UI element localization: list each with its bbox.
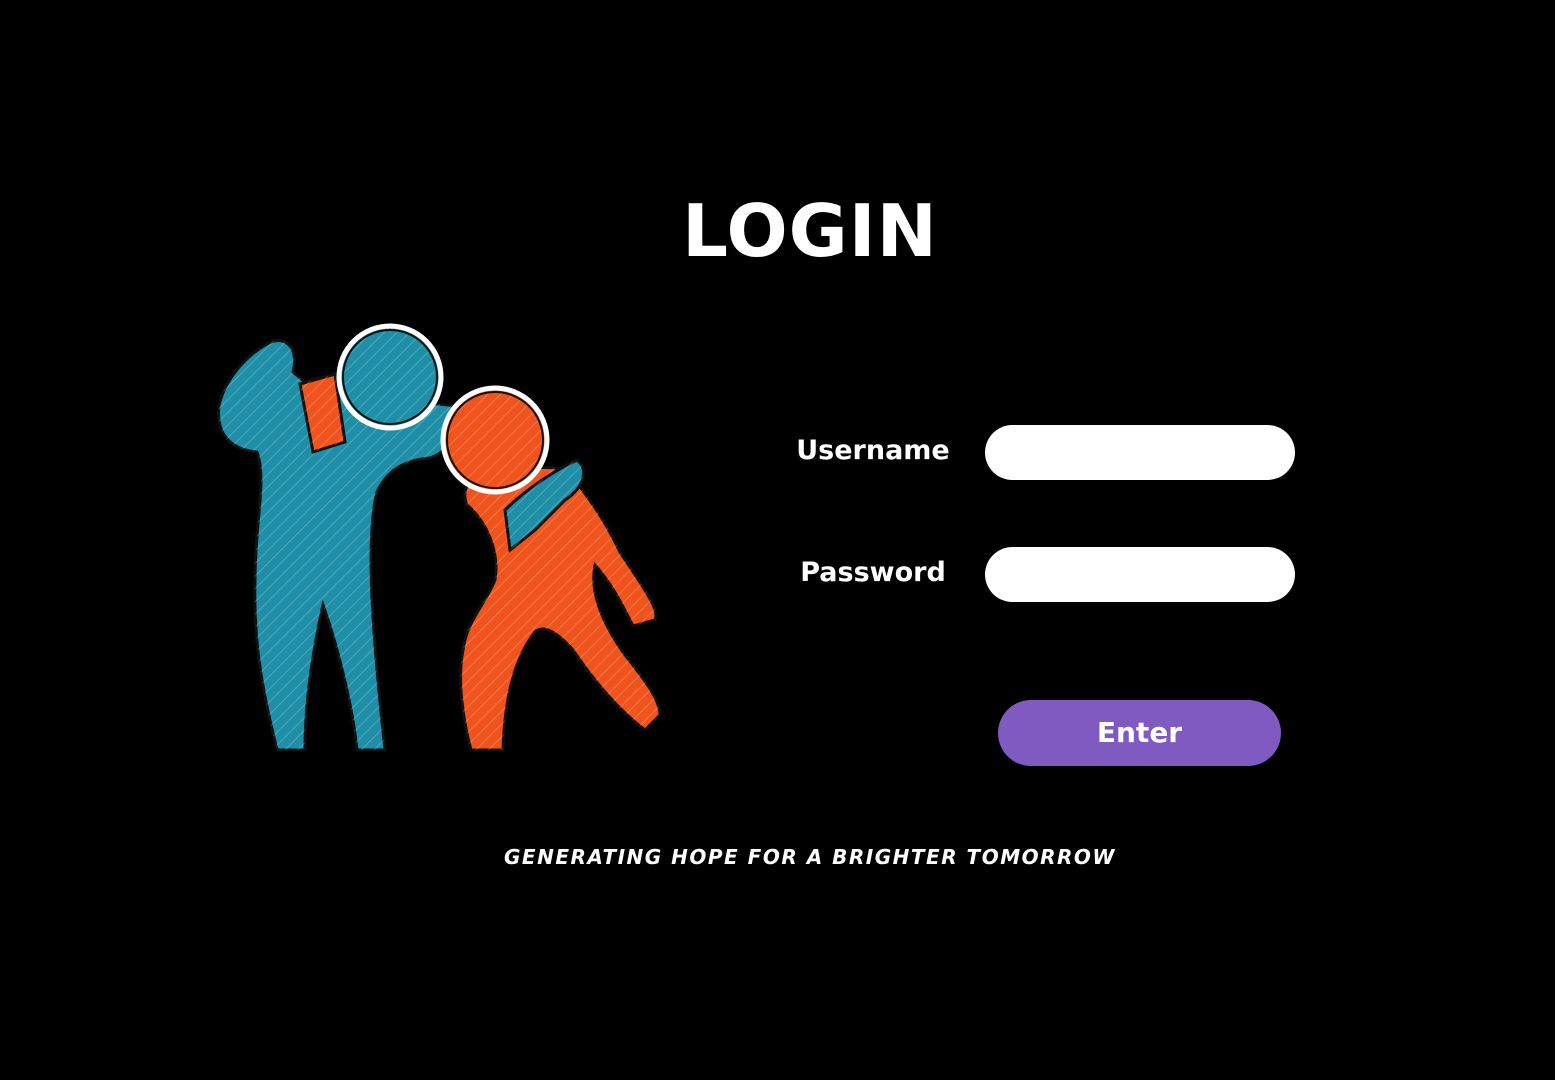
tagline: GENERATING HOPE FOR A BRIGHTER TOMORROW: [504, 845, 1116, 869]
orange-figure: [440, 385, 662, 752]
password-field[interactable]: [985, 547, 1295, 602]
username-label: Username: [796, 435, 950, 466]
username-field[interactable]: [985, 425, 1295, 480]
password-label: Password: [800, 557, 946, 588]
teal-figure: [217, 323, 460, 752]
two-people-supporting-icon: [217, 323, 662, 752]
page-title: LOGIN: [682, 189, 938, 273]
enter-button[interactable]: Enter: [998, 700, 1281, 766]
